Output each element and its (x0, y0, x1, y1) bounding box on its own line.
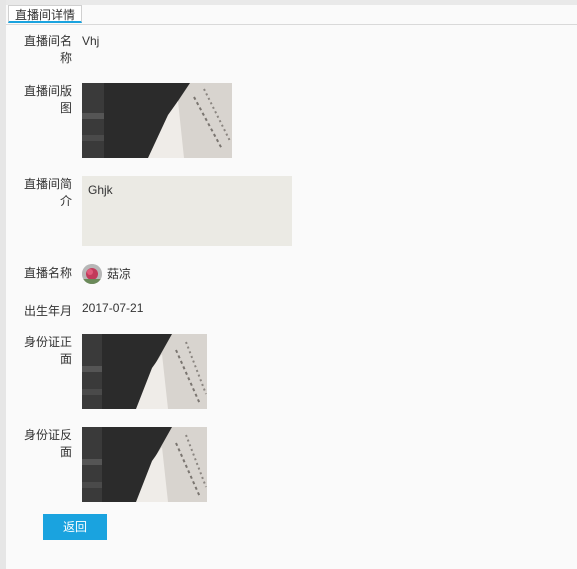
host-row: 直播名称 菇凉 (6, 264, 577, 284)
back-button[interactable]: 返回 (43, 514, 107, 540)
id-front-label: 身份证正 面 (23, 335, 72, 366)
host-name: 菇凉 (107, 267, 132, 281)
room-cover-row: 直播间版 图 (6, 83, 577, 158)
tab-bar: 直播间详情 (6, 5, 577, 25)
birth-row: 出生年月 2017-07-21 (6, 300, 577, 318)
tab-room-detail[interactable]: 直播间详情 (8, 5, 83, 23)
id-back-label: 身份证反 面 (23, 428, 72, 459)
room-intro-text: Ghjk (82, 176, 292, 246)
room-cover-image (82, 83, 232, 158)
birth-value: 2017-07-21 (82, 301, 144, 315)
id-front-row: 身份证正 面 (6, 334, 577, 409)
room-cover-label: 直播间版 图 (23, 84, 72, 115)
host-avatar (82, 264, 102, 284)
id-back-row: 身份证反 面 (6, 427, 577, 502)
id-front-image (82, 334, 207, 409)
birth-label: 出生年月 (23, 304, 72, 318)
id-back-image (82, 427, 207, 502)
room-name-row: 直播间名 称 Vhj (6, 33, 577, 67)
host-label: 直播名称 (23, 266, 72, 280)
room-name-value: Vhj (82, 34, 100, 48)
room-intro-label: 直播间简 介 (23, 177, 72, 208)
detail-panel: 直播间详情 直播间名 称 Vhj 直播间版 图 直播间简 介 Ghjk 直播名称… (0, 0, 577, 569)
room-name-label: 直播间名 称 (23, 34, 72, 65)
room-intro-row: 直播间简 介 Ghjk (6, 176, 577, 246)
